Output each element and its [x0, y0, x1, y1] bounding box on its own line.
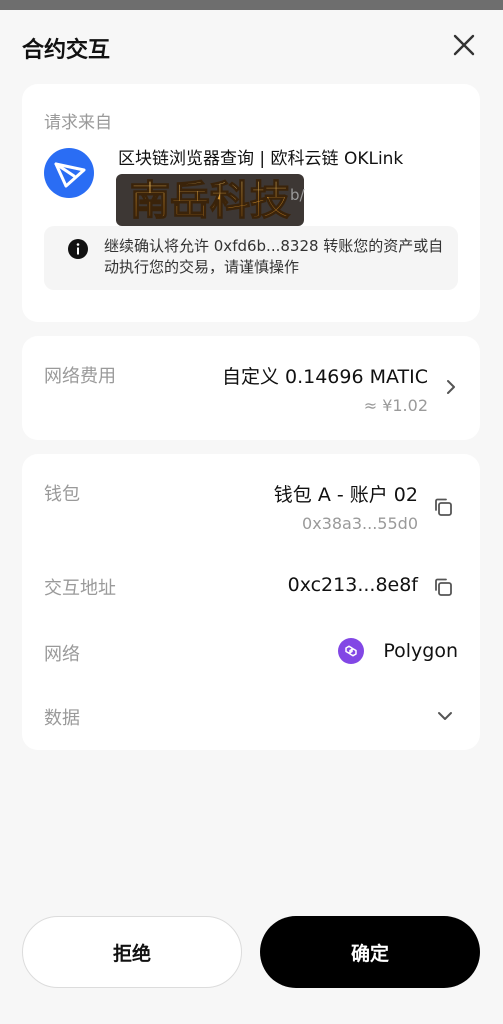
site-url: b/ [290, 186, 305, 204]
info-icon [68, 239, 88, 259]
watermark-logo: 南岳科技 [116, 174, 304, 226]
contract-address: 0xc213...8e8f [287, 574, 418, 596]
confirm-button[interactable]: 确定 [260, 916, 480, 988]
polygon-icon [338, 638, 364, 664]
close-icon[interactable] [449, 30, 479, 60]
header: 合约交互 [22, 28, 483, 68]
svg-text:南岳科技: 南岳科技 [130, 177, 290, 224]
network-label: 网络 [44, 644, 80, 665]
origin-label: 请求来自 [44, 113, 112, 133]
warning-banner: 继续确认将允许 0xfd6b...8328 转账您的资产或自动执行您的交易，请谨… [44, 226, 458, 290]
contract-label: 交互地址 [44, 578, 116, 599]
chevron-down-icon[interactable] [436, 710, 454, 722]
chevron-right-icon[interactable] [444, 378, 458, 396]
fee-fiat: ≈ ¥1.02 [363, 396, 428, 415]
oklink-logo-icon [44, 148, 94, 198]
page-title: 合约交互 [22, 38, 111, 63]
origin-card: 请求来自 区块链浏览器查询 | 欧科云链 OKLink 南岳科技 b/ 继续确认… [22, 84, 480, 322]
fee-value: 自定义 0.14696 MATIC [221, 366, 428, 388]
wallet-name: 钱包 A - 账户 02 [273, 484, 418, 506]
copy-icon[interactable] [432, 576, 454, 598]
status-bar-strip [0, 0, 503, 10]
data-label: 数据 [44, 708, 80, 729]
reject-button[interactable]: 拒绝 [22, 916, 242, 988]
network-name: Polygon [383, 640, 458, 662]
copy-icon[interactable] [432, 496, 454, 518]
details-card: 钱包 钱包 A - 账户 02 0x38a3...55d0 交互地址 0xc21… [22, 454, 480, 750]
fee-label: 网络费用 [44, 366, 116, 387]
fee-card[interactable]: 网络费用 自定义 0.14696 MATIC ≈ ¥1.02 [22, 336, 480, 440]
warning-text: 继续确认将允许 0xfd6b...8328 转账您的资产或自动执行您的交易，请谨… [104, 237, 444, 276]
wallet-address: 0x38a3...55d0 [302, 514, 418, 533]
wallet-label: 钱包 [44, 484, 80, 505]
site-name: 区块链浏览器查询 | 欧科云链 OKLink [118, 149, 404, 169]
